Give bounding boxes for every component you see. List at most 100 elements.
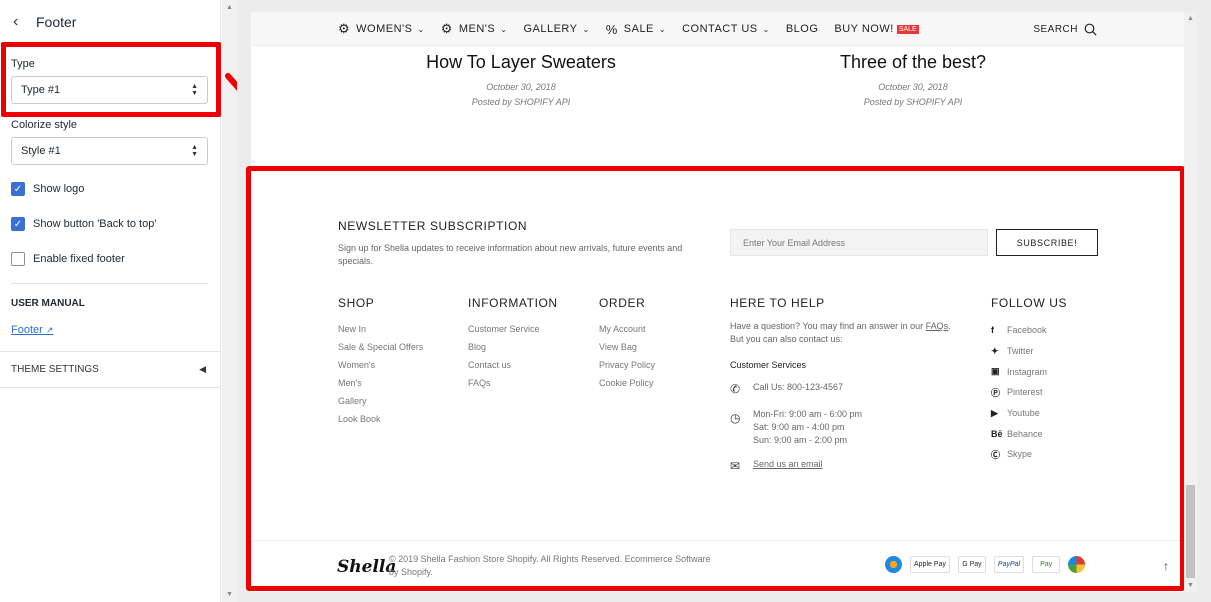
clock-icon: ◷ xyxy=(730,411,741,425)
user-manual-caption: USER MANUAL xyxy=(11,298,85,309)
nav-item-sale[interactable]: % SALE ⌄ xyxy=(606,22,666,37)
email-input[interactable]: Enter Your Email Address xyxy=(730,229,988,256)
preview-scrollbar[interactable]: ▲ ▼ xyxy=(1184,12,1197,592)
chevron-down-icon: ⌄ xyxy=(658,24,667,34)
footer-link[interactable]: FAQs xyxy=(468,374,558,392)
footer-link[interactable]: View Bag xyxy=(599,338,655,356)
footer-link[interactable]: Contact us xyxy=(468,356,558,374)
nav-label: BUY NOW! xyxy=(834,23,894,35)
subscribe-button[interactable]: SUBSCRIBE! xyxy=(996,229,1098,256)
social-label: Skype xyxy=(1007,449,1033,460)
shella-logo[interactable]: Shella xyxy=(337,557,396,577)
fixed-footer-checkbox-row[interactable]: Enable fixed footer xyxy=(11,252,125,266)
social-label: Instagram xyxy=(1007,366,1048,377)
social-link-facebook[interactable]: f Facebook xyxy=(991,320,1067,341)
footer-column-order: ORDER My Account View Bag Privacy Policy… xyxy=(599,296,655,392)
man-icon: ⚙ xyxy=(440,21,453,36)
phone-text: Call Us: 800-123-4567 xyxy=(753,382,844,392)
percent-icon: % xyxy=(605,21,618,37)
footer-link[interactable]: Cookie Policy xyxy=(599,374,655,392)
panel-header: ‹ Footer xyxy=(0,0,220,44)
blog-post[interactable]: Three of the best? October 30, 2018 Post… xyxy=(763,52,1063,107)
social-link-behance[interactable]: Bē Behance xyxy=(991,423,1067,444)
copyright-text: © 2019 Shella Fashion Store Shopify. All… xyxy=(389,554,711,577)
nav-item-buy-now[interactable]: BUY NOW! SALE xyxy=(834,23,919,35)
payment-icon-generic xyxy=(885,556,902,573)
footer-link[interactable]: New In xyxy=(338,320,423,338)
checkbox-checked-icon[interactable]: ✓ xyxy=(11,217,25,231)
footer-column-information: INFORMATION Customer Service Blog Contac… xyxy=(468,296,558,392)
nav-label: BLOG xyxy=(785,23,819,35)
theme-settings-section[interactable]: THEME SETTINGS ◀ xyxy=(0,351,221,388)
footer-link[interactable]: Blog xyxy=(468,338,558,356)
footer-link[interactable]: Sale & Special Offers xyxy=(338,338,423,356)
nav-item-blog[interactable]: BLOG xyxy=(786,23,819,35)
show-logo-checkbox-row[interactable]: ✓ Show logo xyxy=(11,182,84,196)
nav-item-contact[interactable]: CONTACT US ⌄ xyxy=(682,23,770,35)
footer-link[interactable]: Gallery xyxy=(338,392,423,410)
hours-line: Sun: 9:00 am - 2:00 pm xyxy=(753,435,848,445)
newsletter-description: Sign up for Shella updates to receive in… xyxy=(338,243,683,266)
footer-link[interactable]: My Account xyxy=(599,320,655,338)
chevron-down-icon: ⌄ xyxy=(762,24,770,34)
email-row[interactable]: ✉ Send us an email xyxy=(730,459,960,473)
back-to-top-checkbox-row[interactable]: ✓ Show button 'Back to top' xyxy=(11,217,156,231)
fixed-footer-label: Enable fixed footer xyxy=(33,253,125,265)
colorize-select[interactable]: Style #1 ▲ ▼ xyxy=(11,137,208,165)
faqs-link[interactable]: FAQs xyxy=(926,321,949,331)
sale-badge: SALE xyxy=(896,24,919,34)
scrollbar-thumb[interactable] xyxy=(1186,485,1195,578)
nav-item-mens[interactable]: ⚙ MEN'S ⌄ xyxy=(441,21,508,37)
contact-line: But you can also contact us: xyxy=(730,334,843,344)
footer-link[interactable]: Look Book xyxy=(338,410,423,428)
panel-title: Footer xyxy=(36,13,77,30)
footer-link[interactable]: Privacy Policy xyxy=(599,356,655,374)
scroll-up-arrow-icon[interactable]: ▲ xyxy=(1187,15,1194,22)
column-title: FOLLOW US xyxy=(991,296,1068,310)
social-label: Pinterest xyxy=(1007,387,1043,398)
nav-item-gallery[interactable]: GALLERY ⌄ xyxy=(523,23,589,35)
nav-label: CONTACT US xyxy=(682,23,758,35)
scroll-up-arrow-icon[interactable]: ▲ xyxy=(226,4,233,11)
nav-label: SALE xyxy=(623,23,654,35)
nav-label: GALLERY xyxy=(523,23,578,35)
post-date: October 30, 2018 xyxy=(486,82,556,92)
blog-post[interactable]: How To Layer Sweaters October 30, 2018 P… xyxy=(371,52,671,107)
social-link-skype[interactable]: Ⓒ Skype xyxy=(991,444,1067,465)
social-link-twitter[interactable]: ✦ Twitter xyxy=(991,341,1067,362)
nav-label: WOMEN'S xyxy=(356,23,413,35)
colorize-select-value: Style #1 xyxy=(21,145,61,157)
help-text-before: Have a question? You may find an answer … xyxy=(730,321,926,331)
column-title: ORDER xyxy=(599,296,646,310)
email-placeholder: Enter Your Email Address xyxy=(743,237,846,248)
show-logo-label: Show logo xyxy=(33,183,85,195)
behance-icon: Bē xyxy=(991,428,1003,439)
post-title[interactable]: Three of the best? xyxy=(763,52,1063,73)
column-title: HERE TO HELP xyxy=(730,296,825,310)
social-link-instagram[interactable]: ▣ Instagram xyxy=(991,361,1067,382)
caret-left-icon: ◀ xyxy=(199,364,206,374)
chevron-left-icon[interactable]: ‹ xyxy=(13,13,31,31)
footer-link[interactable]: Men's xyxy=(338,374,423,392)
checkbox-checked-icon[interactable]: ✓ xyxy=(11,182,25,196)
email-link[interactable]: Send us an email xyxy=(753,459,823,469)
footer-link[interactable]: Customer Service xyxy=(468,320,558,338)
post-title[interactable]: How To Layer Sweaters xyxy=(371,52,671,73)
search-button[interactable]: SEARCH xyxy=(1033,12,1097,46)
scroll-down-arrow-icon[interactable]: ▼ xyxy=(226,591,233,598)
newsletter-title: NEWSLETTER SUBSCRIPTION xyxy=(338,219,528,233)
nav-item-womens[interactable]: ⚙ WOMEN'S ⌄ xyxy=(338,21,425,37)
footer-link[interactable]: Women's xyxy=(338,356,423,374)
hours-list: Mon-Fri: 9:00 am - 6:00 pm Sat: 9:00 am … xyxy=(753,408,862,447)
phone-row[interactable]: ✆ Call Us: 800-123-4567 xyxy=(730,382,960,396)
social-link-youtube[interactable]: ▶ Youtube xyxy=(991,403,1067,424)
scroll-down-arrow-icon[interactable]: ▼ xyxy=(1187,582,1194,589)
social-link-pinterest[interactable]: Ⓟ Pinterest xyxy=(991,382,1067,403)
back-to-top-icon[interactable]: ↑ xyxy=(1163,559,1169,573)
colorize-label: Colorize style xyxy=(11,119,78,131)
divider xyxy=(11,283,208,284)
checkbox-unchecked-icon[interactable] xyxy=(11,252,25,266)
footer-column-help: HERE TO HELP Have a question? You may fi… xyxy=(730,296,960,473)
footer-manual-link-text: Footer xyxy=(11,324,43,336)
footer-manual-link[interactable]: Footer ↗ xyxy=(11,324,53,336)
